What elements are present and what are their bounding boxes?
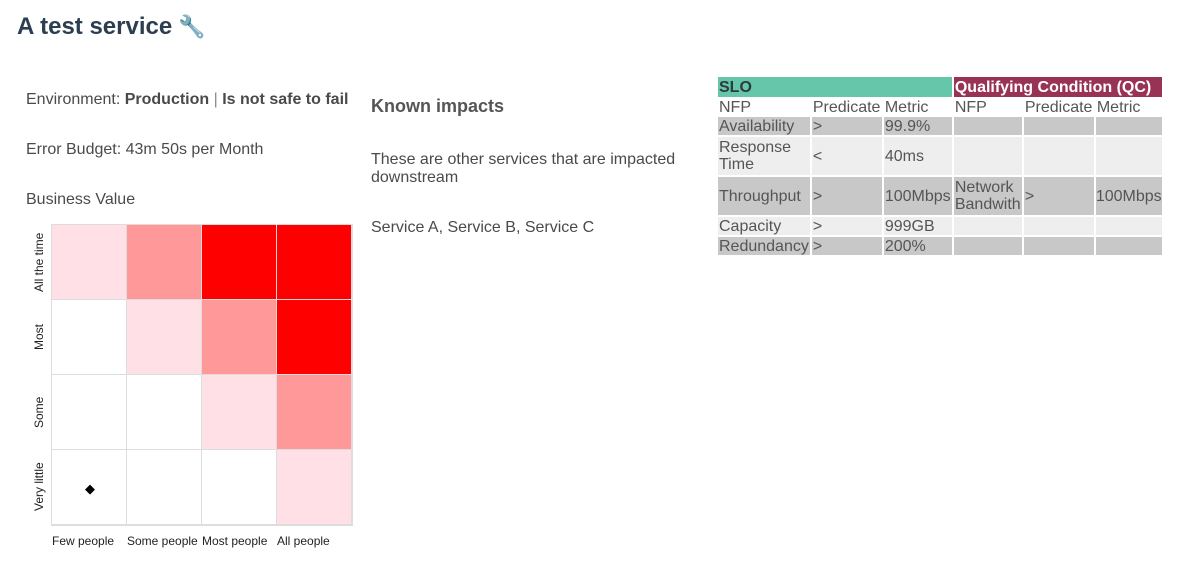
heatmap-x-label: All people (277, 534, 330, 548)
qc-metric-cell (1095, 217, 1162, 237)
slo-table-group-header: SLO Qualifying Condition (QC) (718, 77, 1162, 97)
slo-row: Response Time <40ms (718, 137, 1162, 177)
slo-table-column-header: NFP Predicate Metric NFP Predicate Metri… (718, 97, 1162, 117)
qc-predicate-cell: > (1023, 177, 1094, 217)
heatmap-cell (202, 225, 277, 300)
wrench-icon: 🔧 (178, 14, 206, 39)
col-metric: Metric (883, 97, 952, 117)
slo-nfp-cell: Response Time (718, 137, 810, 177)
heatmap-x-label: Most people (202, 534, 268, 548)
heatmap-y-label: Most (32, 323, 46, 350)
slo-table: SLO Qualifying Condition (QC) NFP Predic… (716, 77, 1164, 257)
heatmap-cell (202, 375, 277, 450)
heatmap-y-label: Very little (32, 462, 46, 512)
qc-nfp-cell (953, 237, 1022, 257)
slo-nfp-cell: Capacity (718, 217, 810, 237)
page-title: A test service 🔧 (17, 13, 206, 41)
qc-predicate-cell (1023, 117, 1094, 137)
heatmap-cell: ◆ (52, 450, 127, 525)
slo-metric-cell: 99.9% (883, 117, 952, 137)
heatmap-cell (127, 450, 202, 525)
business-value-marker: ◆ (85, 481, 95, 496)
slo-row: Availability >99.9% (718, 117, 1162, 137)
qc-predicate-cell (1023, 137, 1094, 177)
slo-nfp-cell: Throughput (718, 177, 810, 217)
heatmap-cell (202, 300, 277, 375)
slo-nfp-cell: Redundancy (718, 237, 810, 257)
heatmap-cell (52, 375, 127, 450)
qc-nfp-cell: Network Bandwith (953, 177, 1022, 217)
slo-metric-cell: 40ms (883, 137, 952, 177)
error-budget: Error Budget: 43m 50s per Month (26, 141, 264, 158)
slo-predicate-cell: > (811, 117, 882, 137)
slo-nfp-cell: Availability (718, 117, 810, 137)
environment-label: Environment: (26, 91, 121, 108)
heatmap-cell (277, 375, 352, 450)
qc-predicate-cell (1023, 217, 1094, 237)
heatmap-cell (52, 300, 127, 375)
heatmap-cell (127, 225, 202, 300)
heatmap-cell (277, 225, 352, 300)
qc-nfp-cell (953, 117, 1022, 137)
col-nfp: NFP (718, 97, 810, 117)
service-title: A test service (17, 13, 173, 40)
qc-nfp-cell (953, 137, 1022, 177)
qc-header: Qualifying Condition (QC) (953, 77, 1162, 97)
slo-predicate-cell: > (811, 237, 882, 257)
slo-header: SLO (718, 77, 952, 97)
safety-value: Is not safe to fail (222, 91, 349, 108)
qc-metric-cell (1095, 237, 1162, 257)
heatmap-cell (277, 300, 352, 375)
col-qc-metric: Metric (1095, 97, 1162, 117)
impacted-services-list: Service A, Service B, Service C (371, 219, 595, 236)
business-value-heatmap: ◆ (51, 224, 353, 526)
environment-separator: | (213, 91, 218, 108)
heatmap-cell (52, 225, 127, 300)
slo-row: Capacity >999GB (718, 217, 1162, 237)
col-predicate: Predicate (811, 97, 882, 117)
slo-row: Redundancy >200% (718, 237, 1162, 257)
business-value-title: Business Value (26, 191, 136, 208)
col-qc-nfp: NFP (953, 97, 1022, 117)
heatmap-cell (277, 450, 352, 525)
heatmap-cell (127, 300, 202, 375)
qc-metric-cell: 100Mbps (1095, 177, 1162, 217)
heatmap-x-label: Some people (127, 534, 198, 548)
known-impacts-title: Known impacts (371, 96, 505, 116)
heatmap-cell (202, 450, 277, 525)
environment-value: Production (124, 91, 210, 108)
slo-predicate-cell: > (811, 217, 882, 237)
slo-predicate-cell: < (811, 137, 882, 177)
slo-predicate-cell: > (811, 177, 882, 217)
col-qc-predicate: Predicate (1023, 97, 1094, 117)
qc-metric-cell (1095, 117, 1162, 137)
qc-nfp-cell (953, 217, 1022, 237)
heatmap-cell (127, 375, 202, 450)
heatmap-y-label: All the time (32, 232, 46, 292)
qc-metric-cell (1095, 137, 1162, 177)
qc-predicate-cell (1023, 237, 1094, 257)
slo-row: Throughput >100Mbps Network Bandwith >100Mb… (718, 177, 1162, 217)
slo-metric-cell: 200% (883, 237, 952, 257)
slo-metric-cell: 100Mbps (883, 177, 952, 217)
slo-metric-cell: 999GB (883, 217, 952, 237)
heatmap-x-label: Few people (52, 534, 115, 548)
environment-info: Environment: Production | Is not safe to… (26, 91, 348, 109)
heatmap-y-label: Some (32, 396, 46, 428)
known-impacts-description: These are other services that are impact… (371, 151, 676, 186)
